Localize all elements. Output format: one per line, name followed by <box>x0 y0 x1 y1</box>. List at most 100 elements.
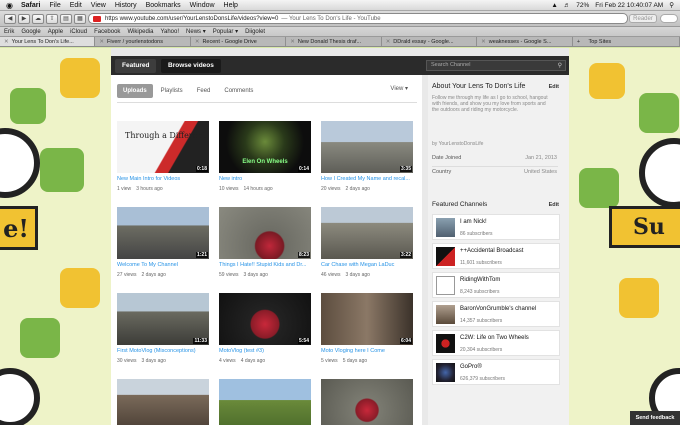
menu-bookmarks[interactable]: Bookmarks <box>146 2 181 9</box>
featured-edit-link[interactable]: Edit <box>549 202 559 208</box>
close-tab-icon[interactable]: ✕ <box>99 39 104 45</box>
bookmark-item[interactable]: Yahoo! <box>160 29 179 35</box>
filter-feed[interactable]: Feed <box>191 84 217 98</box>
icloud-tabs-icon[interactable]: ☁ <box>32 13 44 24</box>
video-item[interactable]: 3:22 Car Chase with Megan LaDuc 46 views… <box>321 207 413 278</box>
video-thumbnail[interactable]: 1:21 <box>117 207 209 259</box>
bookmark-item[interactable]: News ▾ <box>186 28 206 35</box>
video-thumbnail[interactable]: 3:35 <box>321 121 413 173</box>
video-title-link[interactable]: First MotoVlog (Misconceptions) <box>117 348 209 354</box>
bookmark-item[interactable]: Erik <box>4 29 14 35</box>
video-item[interactable]: 6:04 Moto Vloging here I Come 5 views 5 d… <box>321 293 413 364</box>
video-title-link[interactable]: Moto Vloging here I Come <box>321 348 413 354</box>
menu-file[interactable]: File <box>49 2 60 9</box>
channel-name[interactable]: ++Accidental Broadcast <box>460 248 523 254</box>
filter-comments[interactable]: Comments <box>218 84 259 98</box>
tab-essay[interactable]: ✕ DDrald essay - Google... <box>382 37 478 46</box>
featured-channel-item[interactable]: GoPro® 626,379 subscribers <box>432 359 560 385</box>
video-title-link[interactable]: New intro <box>219 176 311 182</box>
tab-fiverr[interactable]: ✕ Fiverr / yourlenstodons <box>95 37 191 46</box>
close-tab-icon[interactable]: ✕ <box>386 39 391 45</box>
bookmark-item[interactable]: Facebook <box>94 29 120 35</box>
video-item[interactable] <box>117 379 209 425</box>
back-button[interactable]: ◀ <box>4 13 16 24</box>
channel-avatar[interactable] <box>436 276 455 295</box>
channel-name[interactable]: C2W: Life on Two Wheels <box>460 335 529 341</box>
tab-top-sites[interactable]: Top Sites <box>585 37 680 46</box>
battery-percent[interactable]: 72% <box>576 2 589 9</box>
close-tab-icon[interactable]: ✕ <box>481 39 486 45</box>
bookmark-item[interactable]: Wikipedia <box>127 29 153 35</box>
menu-history[interactable]: History <box>115 2 137 9</box>
reader-button[interactable]: Reader <box>629 14 657 23</box>
tab-youtube-channel[interactable]: ✕ Your Lens To Don's Life... <box>0 37 96 46</box>
featured-channel-item[interactable]: I am Nick! 86 subscribers <box>432 214 560 240</box>
filter-uploads[interactable]: Uploads <box>117 84 153 98</box>
video-title-link[interactable]: MotoVlog (test #3) <box>219 348 311 354</box>
featured-channel-item[interactable]: ++Accidental Broadcast 11,601 subscriber… <box>432 243 560 269</box>
close-tab-icon[interactable]: ✕ <box>4 39 9 45</box>
new-tab-button[interactable]: + <box>573 37 585 46</box>
featured-channel-item[interactable]: RidingWithTom 8,243 subscribers <box>432 272 560 298</box>
featured-channel-item[interactable]: C2W: Life on Two Wheels 20,304 subscribe… <box>432 330 560 356</box>
google-search-field[interactable] <box>660 14 678 23</box>
video-thumbnail[interactable]: 6:04 <box>321 293 413 345</box>
channel-avatar[interactable] <box>436 363 455 382</box>
video-thumbnail[interactable]: Elen On Wheels 0:14 <box>219 121 311 173</box>
video-item[interactable]: Elen On Wheels 0:14 New intro 10 views 14… <box>219 121 311 192</box>
wifi-icon[interactable]: ▲ <box>551 2 557 9</box>
video-item[interactable]: 5:54 MotoVlog (test #3) 4 views 4 days ag… <box>219 293 311 364</box>
video-title-link[interactable]: Welcome To My Channel <box>117 262 209 268</box>
close-tab-icon[interactable]: ✕ <box>290 39 295 45</box>
tab-weaknesses[interactable]: ✕ weaknesses - Google S... <box>477 37 573 46</box>
video-title-link[interactable]: New Main Intro for Videos <box>117 176 209 182</box>
featured-channel-item[interactable]: BaronVonGrumble's channel 14,357 subscri… <box>432 301 560 327</box>
channel-avatar[interactable] <box>436 218 455 237</box>
filter-playlists[interactable]: Playlists <box>155 84 189 98</box>
search-icon[interactable]: ⚲ <box>558 62 562 71</box>
forward-button[interactable]: ▶ <box>18 13 30 24</box>
channel-name[interactable]: RidingWithTom <box>460 277 500 283</box>
tab-featured[interactable]: Featured <box>115 59 157 73</box>
apple-menu-icon[interactable]: ◉ <box>6 1 13 10</box>
bookmark-item[interactable]: Google <box>21 29 40 35</box>
about-edit-link[interactable]: Edit <box>549 84 559 90</box>
video-item[interactable]: 8:23 Things I Hate!! Stupid Kids and Dr.… <box>219 207 311 278</box>
video-thumbnail[interactable] <box>321 379 413 425</box>
bookmarks-book-icon[interactable]: ▤ <box>60 13 72 24</box>
video-thumbnail[interactable]: 8:23 <box>219 207 311 259</box>
video-item[interactable]: 1:21 Welcome To My Channel 27 views 2 day… <box>117 207 209 278</box>
video-item[interactable]: Through a Different 0:18 New Main Intro … <box>117 121 209 192</box>
top-sites-grid-icon[interactable]: ▦ <box>74 13 86 24</box>
video-thumbnail[interactable]: 3:22 <box>321 207 413 259</box>
video-thumbnail[interactable] <box>117 379 209 425</box>
about-byline[interactable]: by YourLenstoDonsLife <box>432 141 483 147</box>
channel-avatar[interactable] <box>436 247 455 266</box>
video-title-link[interactable]: How I Created My Name and recal... <box>321 176 413 182</box>
channel-name[interactable]: GoPro® <box>460 364 482 370</box>
menu-window[interactable]: Window <box>190 2 215 9</box>
video-thumbnail[interactable]: 5:54 <box>219 293 311 345</box>
menu-view[interactable]: View <box>91 2 106 9</box>
menu-help[interactable]: Help <box>224 2 238 9</box>
tab-browse-videos[interactable]: Browse videos <box>161 59 221 73</box>
clock[interactable]: Fri Feb 22 10:40:07 AM <box>595 2 663 9</box>
video-title-link[interactable]: Car Chase with Megan LaDuc <box>321 262 413 268</box>
video-item[interactable] <box>321 379 413 425</box>
video-title-link[interactable]: Things I Hate!! Stupid Kids and Dr... <box>219 262 311 268</box>
tab-google-drive[interactable]: ✕ Recent - Google Drive <box>191 37 287 46</box>
video-item[interactable] <box>219 379 311 425</box>
channel-search-input[interactable]: Search Channel ⚲ <box>426 60 566 71</box>
menu-safari[interactable]: Safari <box>21 2 40 9</box>
channel-avatar[interactable] <box>436 334 455 353</box>
spotlight-search-icon[interactable]: ⚲ <box>669 1 674 9</box>
share-icon[interactable]: ⇧ <box>46 13 58 24</box>
menu-edit[interactable]: Edit <box>70 2 82 9</box>
volume-icon[interactable]: ♬ <box>564 2 571 9</box>
channel-name[interactable]: BaronVonGrumble's channel <box>460 306 536 312</box>
channel-name[interactable]: I am Nick! <box>460 219 487 225</box>
bookmark-item[interactable]: Apple <box>48 29 63 35</box>
video-item[interactable]: 11:33 First MotoVlog (Misconceptions) 30… <box>117 293 209 364</box>
video-thumbnail[interactable]: 11:33 <box>117 293 209 345</box>
bookmark-item[interactable]: Diigolet <box>245 29 265 35</box>
